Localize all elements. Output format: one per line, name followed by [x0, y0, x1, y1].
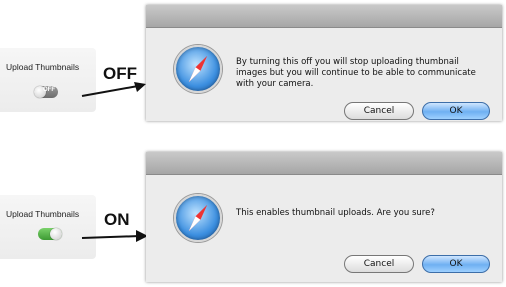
toggle-knob	[50, 228, 62, 240]
ok-button[interactable]: OK	[422, 255, 490, 273]
upload-thumbnails-toggle-on[interactable]	[38, 228, 62, 240]
toggle-state-text: OFF	[43, 87, 55, 93]
upload-thumbnails-label: Upload Thumbnails	[6, 209, 80, 219]
upload-thumbnails-setting-off: Upload Thumbnails	[0, 48, 96, 112]
dialog-message: This enables thumbnail uploads. Are you …	[236, 208, 435, 218]
upload-thumbnails-setting-on: Upload Thumbnails	[0, 195, 96, 259]
dialog-titlebar	[146, 152, 502, 175]
cancel-button[interactable]: Cancel	[344, 102, 414, 120]
off-callout: OFF	[103, 64, 137, 83]
dialog-message: By turning this off you will stop upload…	[236, 57, 476, 89]
safari-compass-icon	[174, 45, 222, 93]
dialog-titlebar	[146, 5, 502, 28]
upload-thumbnails-toggle-off[interactable]: OFF	[34, 86, 58, 98]
upload-thumbnails-label: Upload Thumbnails	[6, 62, 80, 72]
confirm-enable-dialog: This enables thumbnail uploads. Are you …	[146, 152, 502, 282]
arrow-right-icon	[81, 82, 146, 97]
confirm-disable-dialog: By turning this off you will stop upload…	[146, 5, 502, 121]
on-callout: ON	[104, 210, 130, 229]
safari-compass-icon	[174, 194, 222, 242]
arrow-right-icon	[81, 230, 148, 242]
cancel-button[interactable]: Cancel	[344, 255, 414, 273]
ok-button[interactable]: OK	[422, 102, 490, 120]
